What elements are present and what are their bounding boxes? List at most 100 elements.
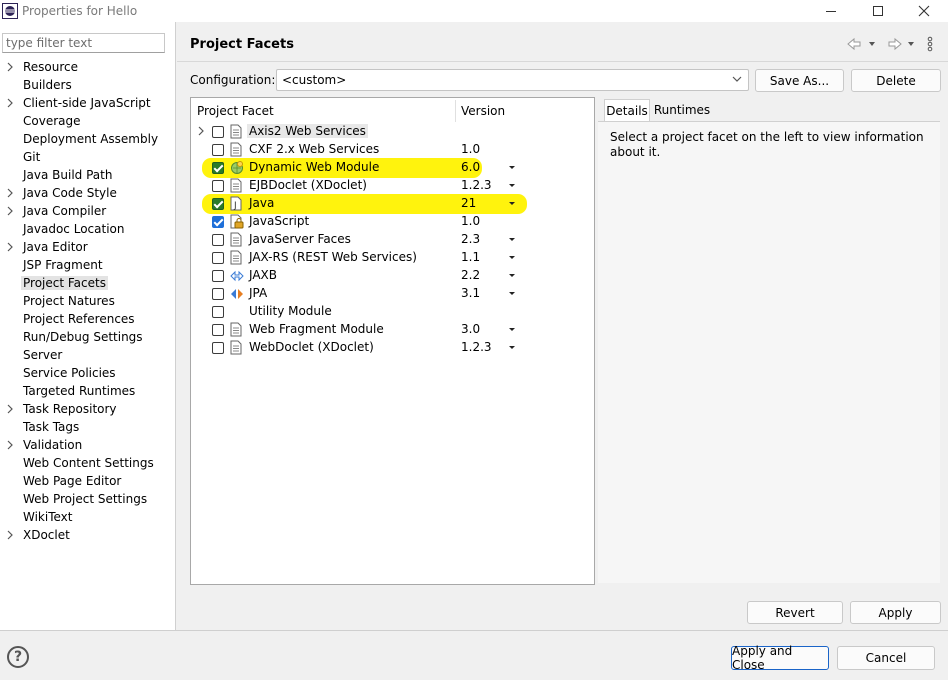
facet-row[interactable]: Dynamic Web Module 6.0 <box>191 159 594 177</box>
facet-checkbox[interactable] <box>212 324 224 336</box>
sidebar-item[interactable]: Deployment Assembly <box>0 131 175 149</box>
help-icon[interactable]: ? <box>7 646 29 668</box>
facet-checkbox[interactable] <box>212 270 224 282</box>
sidebar-item[interactable]: Project Natures <box>0 293 175 311</box>
facet-checkbox[interactable] <box>212 234 224 246</box>
sidebar-item[interactable]: Run/Debug Settings <box>0 329 175 347</box>
sidebar-item[interactable]: WikiText <box>0 509 175 527</box>
sidebar-item[interactable]: Coverage <box>0 113 175 131</box>
facet-checkbox[interactable] <box>212 126 224 138</box>
sidebar-item[interactable]: Git <box>0 149 175 167</box>
facet-row[interactable]: Axis2 Web Services <box>191 123 594 141</box>
facet-version[interactable]: 21 <box>461 196 476 210</box>
sidebar-item[interactable]: Task Tags <box>0 419 175 437</box>
filter-input[interactable] <box>2 33 165 53</box>
forward-arrow-icon[interactable] <box>888 37 902 51</box>
sidebar-item[interactable]: Builders <box>0 77 175 95</box>
chevron-right-icon[interactable] <box>6 439 16 451</box>
version-dropdown-icon[interactable] <box>508 178 516 195</box>
chevron-right-icon[interactable] <box>6 241 16 253</box>
facet-checkbox[interactable] <box>212 252 224 264</box>
view-menu-icon[interactable] <box>927 36 933 52</box>
facet-row[interactable]: JAXB 2.2 <box>191 267 594 285</box>
facet-checkbox[interactable] <box>212 162 224 174</box>
facet-row[interactable]: WebDoclet (XDoclet) 1.2.3 <box>191 339 594 357</box>
facet-version[interactable]: 1.1 <box>461 250 480 264</box>
version-dropdown-icon[interactable] <box>508 196 516 213</box>
chevron-right-icon[interactable] <box>6 61 16 73</box>
facet-checkbox[interactable] <box>212 342 224 354</box>
column-divider[interactable] <box>455 100 456 122</box>
version-dropdown-icon[interactable] <box>508 160 516 177</box>
facet-checkbox[interactable] <box>212 144 224 156</box>
facet-row[interactable]: Web Fragment Module 3.0 <box>191 321 594 339</box>
sidebar-item[interactable]: XDoclet <box>0 527 175 545</box>
facet-row[interactable]: CXF 2.x Web Services 1.0 <box>191 141 594 159</box>
version-dropdown-icon[interactable] <box>508 232 516 249</box>
close-button[interactable] <box>901 0 947 22</box>
sidebar-item[interactable]: Web Project Settings <box>0 491 175 509</box>
facet-row[interactable]: J Java 21 <box>191 195 594 213</box>
version-dropdown-icon[interactable] <box>508 250 516 267</box>
sidebar-item[interactable]: Targeted Runtimes <box>0 383 175 401</box>
sidebar-item[interactable]: Java Editor <box>0 239 175 257</box>
facet-checkbox[interactable] <box>212 180 224 192</box>
facet-version[interactable]: 3.0 <box>461 322 480 336</box>
sidebar-item[interactable]: Client-side JavaScript <box>0 95 175 113</box>
sidebar-item[interactable]: Web Page Editor <box>0 473 175 491</box>
facet-row[interactable]: EJBDoclet (XDoclet) 1.2.3 <box>191 177 594 195</box>
save-as-button[interactable]: Save As... <box>755 69 844 92</box>
sidebar-item[interactable]: Server <box>0 347 175 365</box>
facet-version[interactable]: 1.2.3 <box>461 340 492 354</box>
revert-button[interactable]: Revert <box>747 601 843 624</box>
minimize-button[interactable] <box>808 0 854 22</box>
tab-runtimes[interactable]: Runtimes <box>651 99 713 121</box>
sidebar-item[interactable]: Java Build Path <box>0 167 175 185</box>
sidebar-item[interactable]: Project Facets <box>0 275 175 293</box>
chevron-right-icon[interactable] <box>197 125 205 140</box>
sidebar-item[interactable]: Project References <box>0 311 175 329</box>
facet-checkbox[interactable] <box>212 216 224 228</box>
version-dropdown-icon[interactable] <box>508 322 516 339</box>
forward-menu-chevron-icon[interactable] <box>908 42 914 46</box>
version-dropdown-icon[interactable] <box>508 286 516 303</box>
facet-row[interactable]: JavaServer Faces 2.3 <box>191 231 594 249</box>
facet-row[interactable]: JavaScript 1.0 <box>191 213 594 231</box>
facet-version[interactable]: 3.1 <box>461 286 480 300</box>
facet-version[interactable]: 2.2 <box>461 268 480 282</box>
facet-checkbox[interactable] <box>212 306 224 318</box>
delete-button[interactable]: Delete <box>851 69 941 92</box>
column-header-version[interactable]: Version <box>461 104 505 118</box>
chevron-right-icon[interactable] <box>6 187 16 199</box>
version-dropdown-icon[interactable] <box>508 340 516 357</box>
sidebar-item[interactable]: Web Content Settings <box>0 455 175 473</box>
back-arrow-icon[interactable] <box>847 37 861 51</box>
chevron-right-icon[interactable] <box>6 529 16 541</box>
facet-row[interactable]: JPA 3.1 <box>191 285 594 303</box>
chevron-right-icon[interactable] <box>6 403 16 415</box>
sidebar-item[interactable]: Resource <box>0 59 175 77</box>
sidebar-item[interactable]: JSP Fragment <box>0 257 175 275</box>
apply-and-close-button[interactable]: Apply and Close <box>731 644 829 672</box>
facet-version[interactable]: 2.3 <box>461 232 480 246</box>
sidebar-item[interactable]: Java Compiler <box>0 203 175 221</box>
configuration-select[interactable]: <custom> <box>276 69 749 91</box>
sidebar-item[interactable]: Java Code Style <box>0 185 175 203</box>
facet-checkbox[interactable] <box>212 198 224 210</box>
tab-details[interactable]: Details <box>604 99 650 121</box>
sidebar-item[interactable]: Task Repository <box>0 401 175 419</box>
apply-button[interactable]: Apply <box>850 601 941 624</box>
facet-row[interactable]: Utility Module <box>191 303 594 321</box>
facet-row[interactable]: JAX-RS (REST Web Services) 1.1 <box>191 249 594 267</box>
sidebar-item[interactable]: Javadoc Location <box>0 221 175 239</box>
cancel-button[interactable]: Cancel <box>837 646 935 670</box>
facet-version[interactable]: 1.2.3 <box>461 178 492 192</box>
back-menu-chevron-icon[interactable] <box>869 42 875 46</box>
sidebar-item[interactable]: Validation <box>0 437 175 455</box>
chevron-right-icon[interactable] <box>6 205 16 217</box>
facet-checkbox[interactable] <box>212 288 224 300</box>
sidebar-item[interactable]: Service Policies <box>0 365 175 383</box>
facet-version[interactable]: 6.0 <box>461 160 480 174</box>
maximize-button[interactable] <box>855 0 901 22</box>
version-dropdown-icon[interactable] <box>508 268 516 285</box>
